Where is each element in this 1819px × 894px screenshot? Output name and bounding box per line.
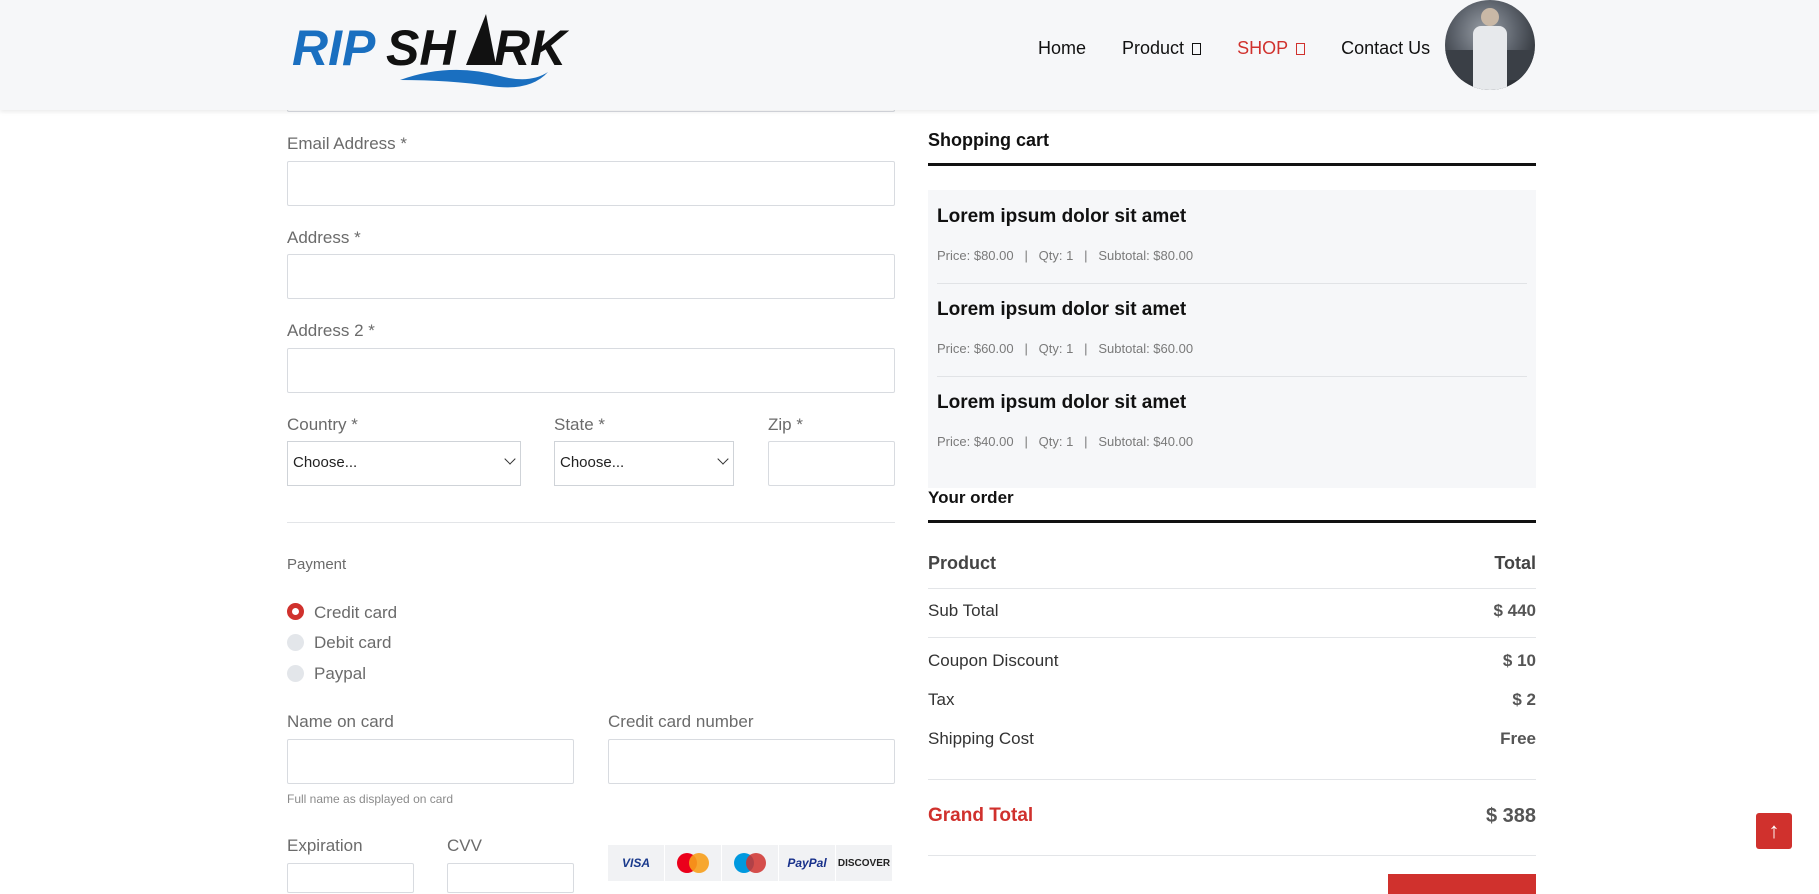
order-divider <box>928 855 1536 856</box>
tax-value: $ 2 <box>1512 690 1536 709</box>
grand-total-label: Grand Total <box>928 805 1034 826</box>
radio-debit-card-label[interactable]: Debit card <box>314 633 391 653</box>
grand-total-value: $ 388 <box>1485 805 1536 827</box>
name-on-card-label: Name on card <box>287 712 394 731</box>
email-field[interactable] <box>287 161 895 206</box>
avatar-person-head <box>1481 8 1499 26</box>
mastercard-icon <box>665 845 722 881</box>
section-divider <box>287 522 895 523</box>
chevron-down-icon <box>504 453 516 465</box>
avatar-person-body <box>1473 26 1507 90</box>
order-divider <box>928 637 1536 638</box>
cc-number-field[interactable] <box>608 739 895 784</box>
cart-list: Lorem ipsum dolor sit amet Price: $80.00… <box>928 190 1536 488</box>
nav-contact[interactable]: Contact Us <box>1341 38 1430 59</box>
discover-icon: DISCOVER <box>836 845 893 881</box>
card-brands: VISA PayPal DISCOVER <box>608 845 895 881</box>
tax-row: Tax $ 2 <box>928 690 1536 710</box>
zip-field[interactable] <box>768 441 895 486</box>
cart-item-meta: Price: $60.00 | Qty: 1 | Subtotal: $60.0… <box>937 341 1194 356</box>
dropdown-icon <box>1296 42 1306 55</box>
user-avatar[interactable] <box>1445 0 1535 90</box>
address-label: Address * <box>287 228 361 247</box>
coupon-row: Coupon Discount $ 10 <box>928 651 1536 671</box>
cart-item-name: Lorem ipsum dolor sit amet <box>937 392 1187 413</box>
name-on-card-field[interactable] <box>287 739 574 784</box>
your-order-title: Your order <box>928 488 1014 507</box>
nav-shop-label: SHOP <box>1237 38 1289 58</box>
radio-debit-card[interactable] <box>287 634 304 651</box>
cc-number-label: Credit card number <box>608 712 754 731</box>
nav-shop[interactable]: SHOP <box>1237 38 1306 59</box>
order-divider <box>928 588 1536 589</box>
main-nav: Home Product SHOP Contact Us <box>1038 38 1466 59</box>
paypal-icon: PayPal <box>779 845 836 881</box>
cart-item-name: Lorem ipsum dolor sit amet <box>937 299 1187 320</box>
radio-paypal-label[interactable]: Paypal <box>314 664 366 684</box>
svg-text:SH: SH <box>386 20 456 76</box>
visa-icon: VISA <box>608 845 665 881</box>
svg-text:RIP: RIP <box>292 20 376 76</box>
country-select[interactable]: Choose... <box>287 441 521 486</box>
cart-item-meta: Price: $40.00 | Qty: 1 | Subtotal: $40.0… <box>937 434 1194 449</box>
nav-contact-label: Contact Us <box>1341 38 1431 58</box>
address2-field[interactable] <box>287 348 895 393</box>
radio-credit-card[interactable] <box>287 603 304 620</box>
name-on-card-hint: Full name as displayed on card <box>287 792 454 806</box>
order-head-total: Total <box>1494 553 1536 573</box>
email-label: Email Address * <box>287 134 407 153</box>
state-label: State * <box>554 415 606 434</box>
chevron-down-icon <box>717 453 729 465</box>
tax-label: Tax <box>928 690 955 709</box>
cart-divider <box>937 283 1527 284</box>
order-header-row: Product Total <box>928 553 1536 574</box>
shopping-cart-title: Shopping cart <box>928 130 1049 150</box>
cvv-label: CVV <box>447 836 482 855</box>
cart-item[interactable]: Lorem ipsum dolor sit amet Price: $60.00… <box>937 299 1527 356</box>
coupon-label: Coupon Discount <box>928 651 1059 670</box>
state-select-value: Choose... <box>560 454 625 471</box>
nav-home-label: Home <box>1038 38 1087 58</box>
shipping-row: Shipping Cost Free <box>928 729 1536 749</box>
arrow-up-icon: ↑ <box>1768 818 1780 843</box>
expiration-field[interactable] <box>287 863 414 893</box>
cvv-field[interactable] <box>447 863 574 893</box>
site-header: RIP SH RK Home Product SHOP Contact Us <box>0 0 1819 110</box>
nav-home[interactable]: Home <box>1038 38 1086 59</box>
place-order-button[interactable] <box>1388 874 1536 894</box>
subtotal-row: Sub Total $ 440 <box>928 601 1536 621</box>
grand-total-row: Grand Total $ 388 <box>928 805 1536 827</box>
address2-label: Address 2 * <box>287 321 375 340</box>
shipping-value: Free <box>1500 729 1536 748</box>
cart-item-meta: Price: $80.00 | Qty: 1 | Subtotal: $80.0… <box>937 248 1194 263</box>
country-select-value: Choose... <box>293 454 358 471</box>
ripshark-logo[interactable]: RIP SH RK <box>290 10 580 90</box>
coupon-value: $ 10 <box>1502 651 1536 670</box>
expiration-label: Expiration <box>287 836 363 855</box>
subtotal-label: Sub Total <box>928 601 999 620</box>
nav-product-label: Product <box>1122 38 1185 58</box>
cart-divider <box>937 376 1527 377</box>
address-field[interactable] <box>287 254 895 299</box>
cart-item[interactable]: Lorem ipsum dolor sit amet Price: $80.00… <box>937 206 1527 263</box>
payment-title: Payment <box>287 556 347 573</box>
nav-product[interactable]: Product <box>1122 38 1202 59</box>
order-divider <box>928 779 1536 780</box>
cart-item-name: Lorem ipsum dolor sit amet <box>937 206 1187 227</box>
subtotal-value: $ 440 <box>1493 601 1536 620</box>
dropdown-icon <box>1192 42 1202 55</box>
cart-item[interactable]: Lorem ipsum dolor sit amet Price: $40.00… <box>937 392 1527 449</box>
state-select[interactable]: Choose... <box>554 441 734 486</box>
shipping-label: Shipping Cost <box>928 729 1034 748</box>
zip-label: Zip * <box>768 415 803 434</box>
radio-paypal[interactable] <box>287 665 304 682</box>
scroll-to-top-button[interactable]: ↑ <box>1756 813 1792 849</box>
maestro-icon <box>722 845 779 881</box>
radio-credit-card-label[interactable]: Credit card <box>314 603 397 623</box>
svg-text:RK: RK <box>494 20 570 76</box>
country-label: Country * <box>287 415 358 434</box>
cart-title-rule <box>928 163 1536 166</box>
order-head-product: Product <box>928 553 997 573</box>
order-title-rule <box>928 520 1536 523</box>
